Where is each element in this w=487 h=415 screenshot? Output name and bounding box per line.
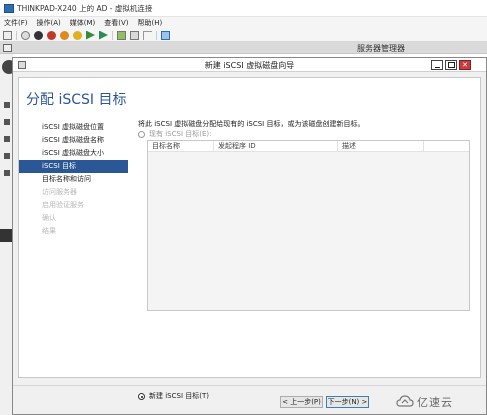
existing-targets-table[interactable]: 目标名称 发起程序 ID 描述 bbox=[147, 140, 470, 311]
maximize-button[interactable] bbox=[445, 60, 457, 70]
existing-target-radio[interactable] bbox=[138, 131, 145, 138]
step-confirmation: 确认 bbox=[42, 214, 56, 222]
step-access-servers: 访问服务器 bbox=[42, 188, 77, 196]
menu-action[interactable]: 操作(A) bbox=[37, 18, 61, 28]
turn-off-icon[interactable] bbox=[34, 30, 43, 40]
save-icon[interactable] bbox=[60, 30, 69, 40]
snapshot-icon[interactable] bbox=[117, 30, 126, 40]
local-server-icon[interactable] bbox=[4, 119, 10, 125]
server-manager-icon bbox=[3, 44, 12, 52]
vm-titlebar: THINKPAD-X240 上的 AD - 虚拟机连接 bbox=[0, 0, 487, 17]
cloud-logo-icon bbox=[396, 395, 414, 409]
column-initiator-id[interactable]: 发起程序 ID bbox=[214, 141, 338, 151]
wizard-step-list: iSCSI 虚拟磁盘位置 iSCSI 虚拟磁盘名称 iSCSI 虚拟磁盘大小 i… bbox=[19, 121, 128, 238]
vm-window-title: THINKPAD-X240 上的 AD - 虚拟机连接 bbox=[17, 3, 153, 13]
existing-target-label: 现有 iSCSI 目标(E): bbox=[149, 130, 212, 138]
menu-view[interactable]: 查看(V) bbox=[104, 18, 128, 28]
next-button[interactable]: 下一步(N) > bbox=[326, 396, 369, 408]
all-servers-icon[interactable] bbox=[4, 136, 10, 142]
column-target-name[interactable]: 目标名称 bbox=[148, 141, 214, 151]
server-manager-title: 服务器管理器 bbox=[357, 44, 405, 53]
shutdown-icon[interactable] bbox=[47, 30, 56, 40]
column-empty bbox=[424, 141, 469, 151]
new-iscsi-virtual-disk-wizard: 新建 iSCSI 虚拟磁盘向导 分配 iSCSI 目标 iSCSI 虚拟磁盘位置… bbox=[12, 57, 487, 415]
play-icon[interactable] bbox=[99, 30, 108, 40]
footer-divider bbox=[13, 385, 486, 386]
toolbar-separator bbox=[16, 30, 17, 40]
toolbar-separator bbox=[112, 30, 113, 40]
step-iscsi-target[interactable]: iSCSI 目标 bbox=[19, 160, 128, 173]
pause-icon[interactable] bbox=[73, 30, 82, 40]
table-body bbox=[148, 152, 469, 310]
menu-help[interactable]: 帮助(H) bbox=[138, 18, 163, 28]
watermark: 亿速云 bbox=[396, 394, 453, 410]
previous-button[interactable]: < 上一步(P) bbox=[280, 396, 323, 408]
menu-file[interactable]: 文件(F) bbox=[4, 18, 28, 28]
step-enable-auth: 启用验证服务 bbox=[42, 201, 84, 209]
close-button[interactable] bbox=[459, 60, 471, 70]
step-disk-size[interactable]: iSCSI 虚拟磁盘大小 bbox=[19, 147, 128, 160]
wizard-title: 新建 iSCSI 虚拟磁盘向导 bbox=[204, 61, 295, 70]
page-heading: 分配 iSCSI 目标 bbox=[26, 92, 127, 108]
table-header: 目标名称 发起程序 ID 描述 bbox=[148, 141, 469, 152]
column-description[interactable]: 描述 bbox=[338, 141, 424, 151]
step-disk-location[interactable]: iSCSI 虚拟磁盘位置 bbox=[19, 121, 128, 134]
step-disk-name[interactable]: iSCSI 虚拟磁盘名称 bbox=[19, 134, 128, 147]
step-target-name-access[interactable]: 目标名称和访问 bbox=[19, 173, 128, 186]
menu-media[interactable]: 媒体(M) bbox=[70, 18, 96, 28]
dns-icon[interactable] bbox=[4, 170, 10, 176]
watermark-text: 亿速云 bbox=[417, 396, 453, 409]
revert-icon[interactable] bbox=[130, 30, 139, 40]
wizard-titlebar: 新建 iSCSI 虚拟磁盘向导 bbox=[13, 58, 486, 72]
toolbar-separator bbox=[156, 30, 157, 40]
vm-menubar: 文件(F) 操作(A) 媒体(M) 查看(V) 帮助(H) bbox=[0, 17, 487, 29]
target-selection-pane: 将此 iSCSI 虚拟磁盘分配给现有的 iSCSI 目标，或为该磁盘创建新目标。… bbox=[138, 120, 474, 400]
vm-toolbar bbox=[0, 29, 487, 42]
new-target-option[interactable]: 新建 iSCSI 目标(T) bbox=[138, 392, 209, 401]
ad-ds-icon[interactable] bbox=[4, 153, 10, 159]
start-icon[interactable] bbox=[21, 30, 30, 40]
server-manager-header: 服务器管理器 bbox=[0, 42, 487, 54]
existing-target-option[interactable]: 现有 iSCSI 目标(E): bbox=[138, 130, 474, 139]
vm-connection-icon bbox=[4, 3, 14, 13]
ctrl-alt-del-icon[interactable] bbox=[3, 30, 12, 40]
minimize-button[interactable] bbox=[431, 60, 443, 70]
dashboard-icon[interactable] bbox=[4, 102, 10, 108]
new-target-radio[interactable] bbox=[138, 393, 145, 400]
wizard-content-panel: 分配 iSCSI 目标 iSCSI 虚拟磁盘位置 iSCSI 虚拟磁盘名称 iS… bbox=[18, 77, 481, 400]
reset-icon[interactable] bbox=[86, 30, 95, 40]
undo-icon[interactable] bbox=[143, 30, 152, 40]
new-target-label: 新建 iSCSI 目标(T) bbox=[149, 392, 209, 400]
enhanced-session-icon[interactable] bbox=[161, 30, 170, 40]
page-description: 将此 iSCSI 虚拟磁盘分配给现有的 iSCSI 目标，或为该磁盘创建新目标。 bbox=[138, 120, 365, 128]
step-results: 结果 bbox=[42, 227, 56, 235]
